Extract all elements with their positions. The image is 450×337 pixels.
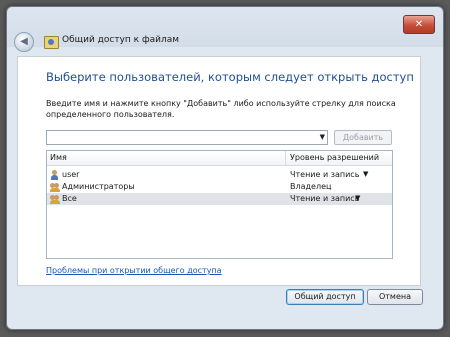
back-button[interactable]: ◀	[14, 32, 34, 52]
list-header: Имя Уровень разрешений	[47, 151, 392, 166]
help-link[interactable]: Проблемы при открытии общего доступа	[46, 266, 222, 275]
row-name: Администраторы	[62, 182, 135, 191]
cancel-button[interactable]: Отмена	[367, 289, 423, 305]
add-button[interactable]: Добавить	[334, 130, 392, 145]
chevron-down-icon[interactable]: ▼	[320, 131, 325, 144]
row-name: user	[62, 170, 80, 179]
dropdown-arrow-icon[interactable]: ▼	[355, 194, 360, 202]
row-permission[interactable]: Чтение и запись	[290, 170, 359, 179]
row-permission: Владелец	[290, 182, 332, 191]
column-divider	[285, 151, 286, 165]
row-permission[interactable]: Чтение и запись	[290, 194, 359, 203]
share-button[interactable]: Общий доступ	[286, 289, 364, 305]
instruction-text: Введите имя и нажмите кнопку "Добавить" …	[46, 99, 396, 119]
column-header-name[interactable]: Имя	[50, 153, 67, 162]
window-title: Общий доступ к файлам	[62, 35, 180, 45]
close-button[interactable]: ✕	[403, 15, 435, 34]
content-panel: Выберите пользователей, которым следует …	[17, 56, 421, 286]
list-item[interactable]: Администраторы Владелец	[47, 181, 392, 193]
user-name-combobox[interactable]: ▼	[46, 130, 328, 145]
column-header-permission[interactable]: Уровень разрешений	[290, 153, 379, 162]
page-heading: Выберите пользователей, которым следует …	[46, 70, 414, 84]
list-item-selected[interactable]: Все Чтение и запись ▼	[47, 193, 392, 205]
list-item[interactable]: user Чтение и запись ▼	[47, 169, 392, 181]
group-icon	[50, 182, 60, 192]
group-icon	[50, 194, 60, 204]
row-name: Все	[62, 194, 77, 203]
permissions-list: Имя Уровень разрешений user Чтение и зап…	[46, 150, 393, 259]
dropdown-arrow-icon[interactable]: ▼	[363, 170, 368, 178]
file-sharing-icon	[44, 36, 59, 49]
user-icon	[50, 170, 59, 180]
